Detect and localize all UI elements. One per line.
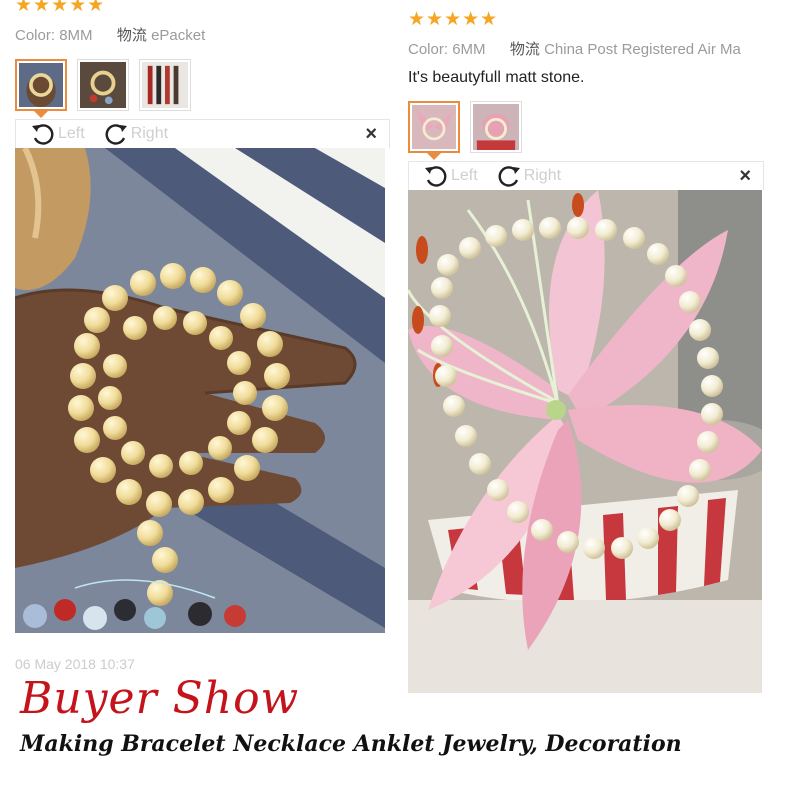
review-card-2: ★★★★★ Color: 6MM 物流 China Post Registere… (408, 10, 800, 693)
review-card-1: ★★★★★ Color: 8MM 物流 ePacket Left Right × (15, 0, 390, 633)
rotate-right-icon (105, 124, 127, 145)
thumbnail-3[interactable] (139, 59, 191, 111)
bracelet-on-lily-thumbnail (412, 105, 456, 149)
banner-subtitle: Making Bracelet Necklace Anklet Jewelry,… (20, 731, 682, 757)
thumbnail-strip (408, 101, 800, 160)
color-value: 6MM (452, 41, 486, 58)
thumbnail-1[interactable] (15, 59, 67, 118)
rotate-right-icon (498, 166, 520, 187)
shipping-value: China Post Registered Air Ma (544, 41, 741, 58)
shipping-value: ePacket (151, 27, 206, 44)
rotate-left-button[interactable]: Left (423, 164, 478, 188)
thumbnail-1[interactable] (408, 101, 460, 160)
rotate-left-button[interactable]: Left (30, 122, 85, 146)
rotate-right-label: Right (523, 167, 562, 184)
review-comment: It's beautyfull matt stone. (408, 69, 585, 86)
image-viewer-toolbar: Left Right × (408, 161, 764, 190)
banner-title: Buyer Show (20, 673, 300, 724)
review-meta: Color: 8MM 物流 ePacket (15, 24, 390, 45)
bracelet-in-hand-thumbnail (19, 63, 63, 107)
thumbnail-2[interactable] (470, 101, 522, 153)
review-meta: Color: 6MM 物流 China Post Registered Air … (408, 38, 800, 59)
rotate-left-icon (32, 124, 54, 145)
thumbnail-2[interactable] (77, 59, 129, 111)
bracelet-on-cloth-thumbnail (80, 62, 126, 108)
rotate-left-label: Left (58, 125, 85, 142)
close-viewer-button[interactable]: × (365, 124, 377, 144)
review-photo-2 (408, 190, 762, 693)
rating-stars: ★★★★★ (408, 9, 499, 30)
shipping-label: 物流 (116, 27, 147, 44)
review-photo-1 (15, 148, 385, 633)
bracelet-on-lily-photo (408, 190, 762, 693)
color-value: 8MM (59, 27, 93, 44)
rotate-left-label: Left (451, 167, 478, 184)
shipping-label: 物流 (509, 41, 540, 58)
rotate-right-label: Right (130, 125, 169, 142)
beads-strands-thumbnail (142, 62, 188, 108)
color-label: Color: (15, 27, 56, 44)
rotate-right-button[interactable]: Right (103, 122, 168, 146)
rating-stars: ★★★★★ (15, 0, 106, 16)
rotate-left-icon (425, 166, 447, 187)
rotate-right-button[interactable]: Right (496, 164, 561, 188)
review-date: 06 May 2018 10:37 (15, 656, 135, 672)
close-viewer-button[interactable]: × (739, 166, 751, 186)
bracelet-in-hand-photo (15, 148, 385, 633)
color-label: Color: (408, 41, 449, 58)
bracelet-on-flower-thumbnail (473, 104, 519, 150)
image-viewer-toolbar: Left Right × (15, 119, 390, 148)
thumbnail-strip (15, 59, 390, 118)
